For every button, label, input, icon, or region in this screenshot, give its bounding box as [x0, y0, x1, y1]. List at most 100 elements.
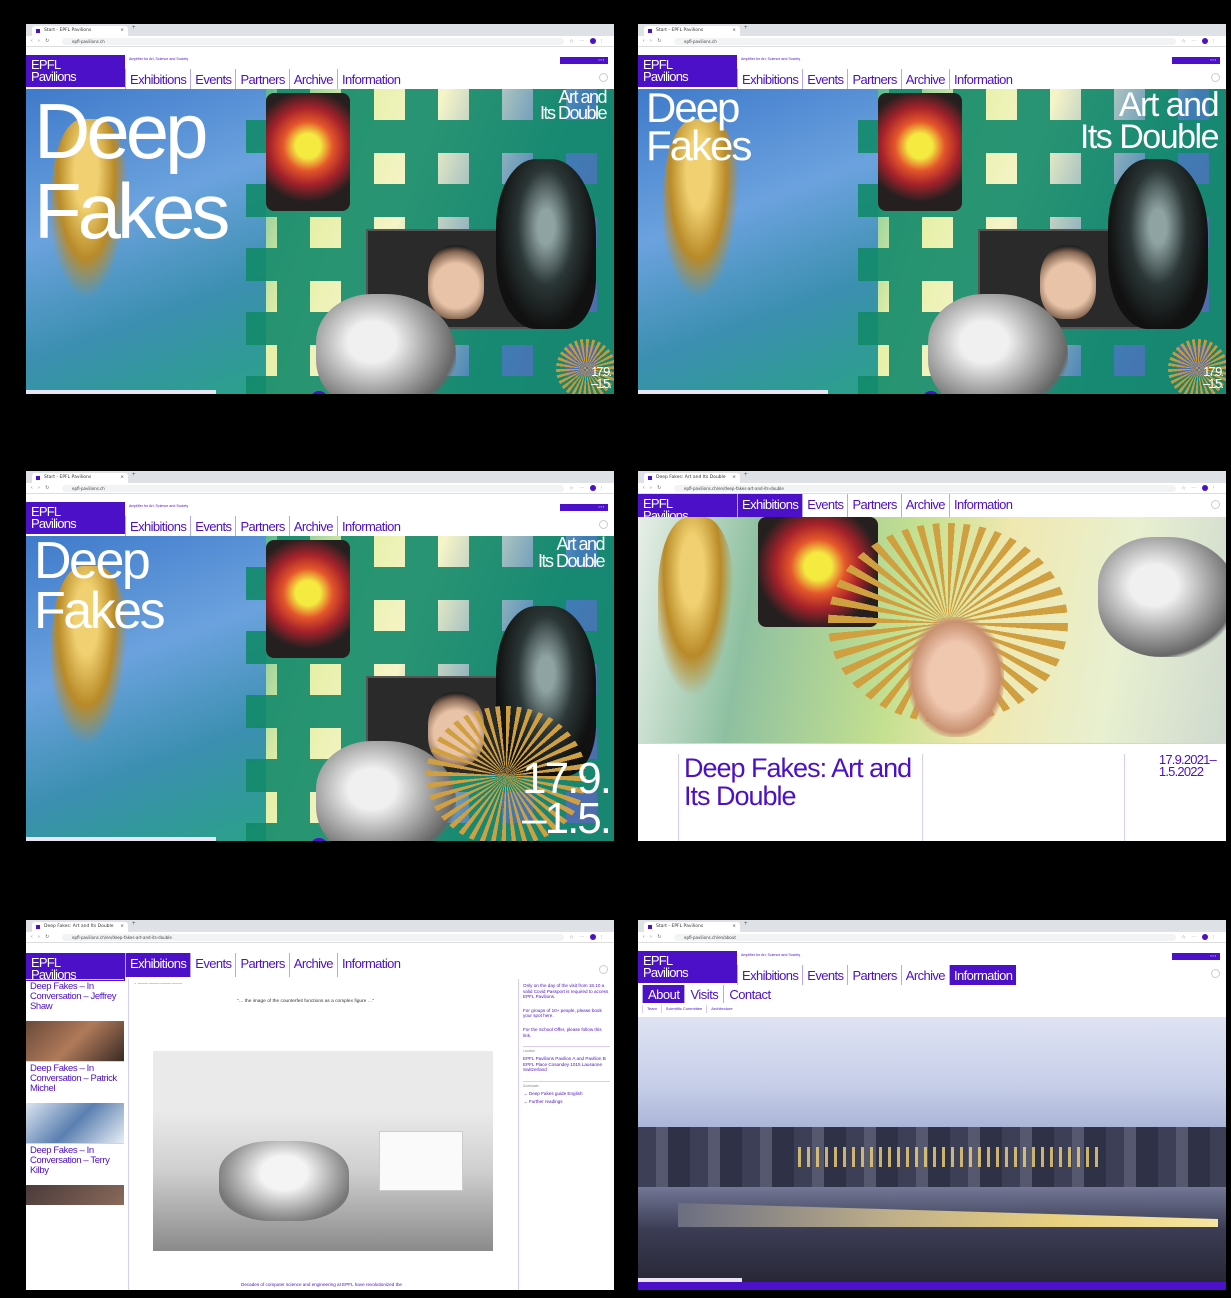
search-icon[interactable] [599, 73, 608, 82]
subnav-contact[interactable]: Contact [723, 985, 775, 1003]
nav-exhibitions[interactable]: Exhibitions [125, 69, 190, 89]
new-tab-icon[interactable]: + [744, 472, 748, 478]
nav-partners[interactable]: Partners [235, 69, 288, 89]
tertnav-team[interactable]: Team [642, 1005, 661, 1013]
new-tab-icon[interactable]: + [744, 25, 748, 31]
subnav-about[interactable]: About [642, 985, 685, 1003]
event-card-title[interactable]: Deep Fakes – In Conversation – Jeffrey S… [26, 979, 124, 1021]
guide-link[interactable]: → Deep Fakes guide English [523, 1091, 610, 1097]
browser-tab[interactable]: Start - EPFL Pavilions × [644, 26, 740, 36]
profile-icon[interactable] [1201, 485, 1208, 491]
browser-toolbar-icons[interactable]: ☆ ⋯ ⋮ [1181, 38, 1218, 44]
new-tab-icon[interactable]: + [132, 921, 136, 927]
search-icon[interactable] [1211, 969, 1220, 978]
profile-icon[interactable] [589, 934, 596, 940]
event-card-title[interactable]: Deep Fakes – In Conversation – Patrick M… [26, 1061, 124, 1103]
browser-tab[interactable]: Start - EPFL Pavilions × [32, 26, 128, 36]
nav-archive[interactable]: Archive [288, 953, 337, 977]
nav-partners[interactable]: Partners [847, 494, 900, 517]
browser-nav-icons[interactable]: ‹ › ↻ [31, 38, 51, 44]
close-tab-icon[interactable]: × [120, 28, 124, 33]
browser-toolbar-icons[interactable]: ☆ ⋯ ⋮ [1181, 485, 1218, 491]
nav-information[interactable]: Information [948, 69, 1016, 89]
nav-events[interactable]: Events [802, 965, 847, 985]
groups-note[interactable]: For groups of 10+ people, please book yo… [523, 1008, 610, 1019]
browser-toolbar-icons[interactable]: ☆ ⋯ ⋮ [569, 485, 606, 491]
readings-link[interactable]: → Further readings [523, 1099, 610, 1105]
nav-archive[interactable]: Archive [288, 69, 337, 89]
search-icon[interactable] [599, 965, 608, 974]
profile-icon[interactable] [589, 485, 596, 491]
nav-partners[interactable]: Partners [847, 69, 900, 89]
nav-events[interactable]: Events [190, 953, 235, 977]
browser-nav-icons[interactable]: ‹ › ↻ [31, 485, 51, 491]
nav-information[interactable]: Information [336, 69, 404, 89]
tertnav-scientific-committee[interactable]: Scientific Committee [660, 1005, 706, 1013]
nav-information[interactable]: Information [336, 516, 404, 536]
language-bar[interactable]: ▪ ▪ ▪ [560, 504, 608, 511]
nav-exhibitions[interactable]: Exhibitions [737, 965, 802, 985]
nav-archive[interactable]: Archive [900, 494, 949, 517]
url-input[interactable]: epfl-pavilions.ch [674, 38, 1176, 45]
language-bar[interactable]: ▪ ▪ ▪ [1172, 953, 1220, 960]
url-input[interactable]: epfl-pavilions.ch [62, 38, 564, 45]
browser-toolbar-icons[interactable]: ☆ ⋯ ⋮ [569, 38, 606, 44]
nav-archive[interactable]: Archive [900, 69, 949, 89]
event-card-image[interactable] [26, 1103, 124, 1143]
nav-exhibitions[interactable]: Exhibitions [737, 69, 802, 89]
subnav-visits[interactable]: Visits [684, 985, 723, 1003]
site-logo[interactable]: EPFL Pavilions [26, 55, 125, 87]
site-logo[interactable]: EPFL Pavilions [638, 55, 737, 87]
close-tab-icon[interactable]: × [120, 475, 124, 480]
browser-tab[interactable]: Deep Fakes: Art and Its Double × [32, 922, 128, 932]
nav-partners[interactable]: Partners [235, 516, 288, 536]
nav-partners[interactable]: Partners [235, 953, 288, 977]
search-icon[interactable] [599, 520, 608, 529]
browser-nav-icons[interactable]: ‹ › ↻ [643, 485, 663, 491]
browser-tab[interactable]: Start - EPFL Pavilions × [644, 922, 740, 932]
url-input[interactable]: epfl-pavilions.ch/en/deep-fakes-art-and-… [674, 485, 1176, 492]
close-tab-icon[interactable]: × [732, 475, 736, 480]
nav-events[interactable]: Events [802, 494, 847, 517]
browser-tab[interactable]: Deep Fakes: Art and Its Double × [644, 473, 740, 483]
event-card-image[interactable] [26, 1185, 124, 1205]
close-tab-icon[interactable]: × [732, 924, 736, 929]
tertnav-architecture[interactable]: Architecture [706, 1005, 736, 1013]
search-icon[interactable] [1211, 500, 1220, 509]
close-tab-icon[interactable]: × [732, 28, 736, 33]
profile-icon[interactable] [1201, 38, 1208, 44]
nav-exhibitions[interactable]: Exhibitions [125, 516, 190, 536]
browser-nav-icons[interactable]: ‹ › ↻ [643, 38, 663, 44]
breadcrumb[interactable]: → ——— ——— ——— ——— [129, 979, 514, 987]
nav-information[interactable]: Information [948, 965, 1017, 985]
school-note[interactable]: For the School Offer, please follow this… [523, 1027, 610, 1038]
browser-nav-icons[interactable]: ‹ › ↻ [31, 934, 51, 940]
new-tab-icon[interactable]: + [744, 921, 748, 927]
event-card-image[interactable] [26, 1021, 124, 1061]
profile-icon[interactable] [589, 38, 596, 44]
url-input[interactable]: epfl-pavilions.ch/en/deep-fakes-art-and-… [62, 934, 564, 941]
browser-toolbar-icons[interactable]: ☆ ⋯ ⋮ [569, 934, 606, 940]
new-tab-icon[interactable]: + [132, 25, 136, 31]
new-tab-icon[interactable]: + [132, 472, 136, 478]
event-card-title[interactable]: Deep Fakes – In Conversation – Terry Kil… [26, 1143, 124, 1185]
site-logo[interactable]: EPFL Pavilions [638, 951, 737, 983]
nav-information[interactable]: Information [336, 953, 404, 977]
site-logo[interactable]: EPFL Pavilions [26, 502, 125, 534]
nav-exhibitions[interactable]: Exhibitions [125, 953, 191, 977]
nav-partners[interactable]: Partners [847, 965, 900, 985]
close-tab-icon[interactable]: × [120, 924, 124, 929]
site-logo[interactable]: EPFL Pavilions [26, 953, 125, 981]
site-logo[interactable]: EPFL Pavilions [638, 494, 737, 522]
url-input[interactable]: epfl-pavilions.ch [62, 485, 564, 492]
profile-icon[interactable] [1201, 934, 1208, 940]
nav-information[interactable]: Information [948, 494, 1016, 517]
nav-archive[interactable]: Archive [288, 516, 337, 536]
nav-events[interactable]: Events [190, 69, 235, 89]
nav-events[interactable]: Events [190, 516, 235, 536]
search-icon[interactable] [1211, 73, 1220, 82]
browser-tab[interactable]: Start - EPFL Pavilions × [32, 473, 128, 483]
browser-nav-icons[interactable]: ‹ › ↻ [643, 934, 663, 940]
url-input[interactable]: epfl-pavilions.ch/en/about [674, 934, 1176, 941]
nav-archive[interactable]: Archive [900, 965, 949, 985]
